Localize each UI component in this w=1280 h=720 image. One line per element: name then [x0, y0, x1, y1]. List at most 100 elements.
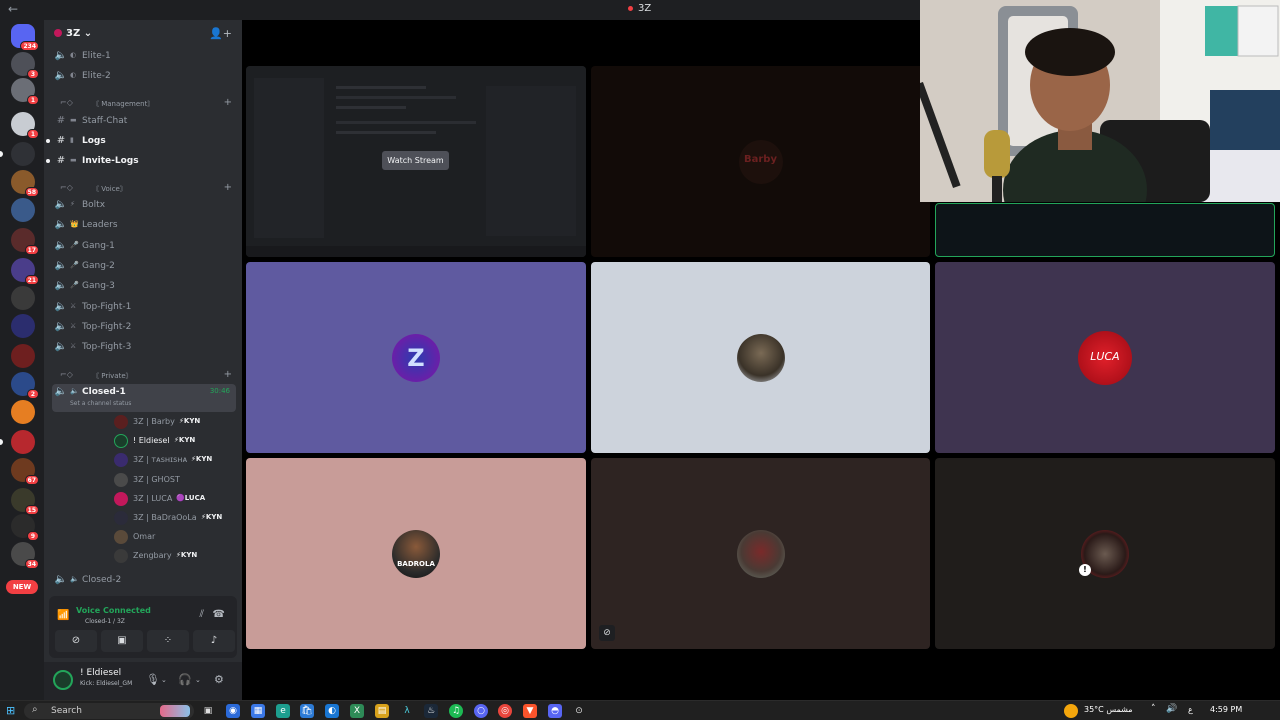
disconnect-icon[interactable]: ☎: [213, 609, 225, 620]
language-indicator[interactable]: ع: [1188, 705, 1193, 714]
voice-user[interactable]: Omar⊘: [112, 528, 242, 545]
server-icon-12[interactable]: [11, 344, 35, 368]
channel-gang-1[interactable]: 🔈 🎤 Gang-1: [52, 238, 236, 256]
new-unreads-pill[interactable]: NEW: [6, 580, 38, 594]
avatar[interactable]: [53, 670, 73, 690]
add-channel-icon[interactable]: +: [224, 369, 232, 380]
copilot-icon[interactable]: ◉: [226, 704, 240, 718]
server-icon-18[interactable]: 9: [11, 514, 39, 541]
back-arrow-icon[interactable]: ←: [8, 2, 18, 16]
channel-gang-2[interactable]: 🔈 🎤 Gang-2: [52, 258, 236, 276]
server-icon-3[interactable]: 1: [11, 78, 39, 105]
server-icon-15[interactable]: [0, 430, 35, 454]
voice-user[interactable]: 3Z | GHOST: [112, 471, 242, 488]
voice-user[interactable]: 3Z | ᴛᴀsʜɪsʜᴀ ⚡KYN: [112, 451, 242, 468]
calendar-app-icon[interactable]: ▦: [251, 704, 265, 718]
user-tile-speaking[interactable]: [935, 203, 1275, 257]
mic-icon[interactable]: 🎙: [146, 673, 160, 686]
signal-icon[interactable]: 📶: [57, 610, 69, 621]
voice-status[interactable]: Voice Connected: [76, 606, 151, 615]
watch-stream-button[interactable]: Watch Stream: [382, 151, 449, 170]
taskbar-clock[interactable]: 4:59 PM: [1210, 705, 1242, 714]
photos-icon[interactable]: ◐: [325, 704, 339, 718]
server-header[interactable]: 3Z ⌄ 👤+: [44, 20, 242, 48]
user-tile-omar[interactable]: ⊘: [591, 458, 930, 649]
voice-user[interactable]: ! Eldiesel ⚡KYN: [112, 432, 242, 449]
server-icon-10[interactable]: [11, 286, 35, 310]
server-icon-4[interactable]: 1: [11, 112, 39, 139]
noise-suppression-icon[interactable]: ⫽: [200, 609, 204, 620]
channel-top-fight-2[interactable]: 🔈 ⚔ Top-Fight-2: [52, 319, 236, 337]
voice-user[interactable]: Zengbary ⚡KYN: [112, 547, 242, 564]
server-icon-19[interactable]: 34: [11, 542, 39, 569]
windows-start-icon[interactable]: ⊞: [6, 704, 15, 717]
server-icon-13[interactable]: 2: [11, 372, 39, 399]
voice-user[interactable]: 3Z | Barby⚡KYNLIVE: [112, 413, 242, 430]
headphones-icon[interactable]: 🎧: [178, 673, 192, 686]
file-explorer-icon[interactable]: ▤: [375, 704, 389, 718]
channel-top-fight-1[interactable]: 🔈 ⚔ Top-Fight-1: [52, 299, 236, 317]
server-icon-16[interactable]: 67: [11, 458, 39, 485]
excel-icon[interactable]: X: [350, 704, 364, 718]
weather-text[interactable]: 35°C مشمس: [1084, 705, 1133, 714]
weather-sun-icon[interactable]: [1064, 704, 1078, 718]
server-icon-5[interactable]: [0, 142, 35, 166]
server-icon-6[interactable]: 58: [11, 170, 39, 197]
server-icon-8[interactable]: 17: [11, 228, 39, 255]
add-member-icon[interactable]: 👤+: [209, 27, 232, 40]
channel-status-link[interactable]: Set a channel status: [70, 400, 131, 407]
server-icon-1[interactable]: 234: [11, 24, 39, 51]
category-private[interactable]: ⌐◇ 〘 Private〙 +: [52, 369, 236, 383]
store-icon[interactable]: 🛍: [300, 704, 314, 718]
channel-gang-3[interactable]: 🔈 🎤 Gang-3: [52, 278, 236, 296]
voice-location[interactable]: Closed-1 / 3Z: [85, 618, 125, 625]
settings-gear-icon[interactable]: ⚙: [214, 673, 224, 686]
channel-elite-2[interactable]: 🔈 ◐ Elite-2: [52, 68, 236, 86]
voice-user[interactable]: 3Z | LUCA 🟣LUCA: [112, 490, 242, 507]
app-lambda-icon[interactable]: λ: [400, 704, 414, 718]
user-tile-tashisha[interactable]: Z: [246, 262, 586, 453]
server-icon-17[interactable]: 15: [11, 488, 39, 515]
soundboard-button[interactable]: ♪: [193, 630, 235, 652]
steam-icon[interactable]: ♨: [424, 704, 438, 718]
user-tile-badroola[interactable]: BADROLA: [246, 458, 586, 649]
add-channel-icon[interactable]: +: [224, 97, 232, 108]
chrome-icon[interactable]: ◎: [498, 704, 512, 718]
edge-icon[interactable]: e: [276, 704, 290, 718]
activities-button[interactable]: ⁘: [147, 630, 189, 652]
channel-boltx[interactable]: 🔈 ⚡ Boltx: [52, 197, 236, 215]
channel-closed-1[interactable]: 🔈 🔈 Closed-1 30:46 Set a channel status: [52, 384, 236, 412]
server-icon-9[interactable]: 21: [11, 258, 39, 285]
voice-user[interactable]: 3Z | BaDraOoLa ⚡KYN: [112, 509, 242, 526]
brave-icon[interactable]: ▼: [523, 704, 537, 718]
task-view-icon[interactable]: ▣: [201, 704, 215, 718]
discord-taskbar-icon[interactable]: ◓: [548, 704, 562, 718]
user-tile-ghost[interactable]: [591, 262, 930, 453]
video-off-button[interactable]: ⊘: [55, 630, 97, 652]
channel-invite-logs[interactable]: # ▬ Invite-Logs: [46, 153, 236, 171]
headphones-chevron-icon[interactable]: ⌄: [195, 676, 201, 684]
channel-top-fight-3[interactable]: 🔈 ⚔ Top-Fight-3: [52, 339, 236, 357]
channel-elite-1[interactable]: 🔈 ◐ Elite-1: [52, 48, 236, 66]
channel-leaders[interactable]: 🔈 👑 Leaders: [52, 217, 236, 235]
server-icon-2[interactable]: 3: [11, 52, 39, 79]
mic-chevron-icon[interactable]: ⌄: [161, 676, 167, 684]
category-management[interactable]: ⌐◇ 〘 Management〙 +: [52, 97, 236, 111]
channel-closed-2[interactable]: 🔈 🔈 Closed-2: [52, 572, 236, 590]
app-circle-icon[interactable]: ○: [474, 704, 488, 718]
spotify-icon[interactable]: ♫: [449, 704, 463, 718]
user-name[interactable]: ! Eldiesel: [80, 668, 121, 678]
user-tile-luca[interactable]: LUCA: [935, 262, 1275, 453]
obs-icon[interactable]: ⊙: [572, 704, 586, 718]
channel-staff-chat[interactable]: # ▬ Staff-Chat: [52, 113, 236, 131]
category-voice[interactable]: ⌐◇ 〘 Voice〙 +: [52, 182, 236, 196]
add-channel-icon[interactable]: +: [224, 182, 232, 193]
server-icon-11[interactable]: [11, 314, 35, 338]
server-icon-7[interactable]: [11, 198, 35, 222]
channel-logs[interactable]: # ▮ Logs: [46, 133, 236, 151]
screen-share-button[interactable]: ▣: [101, 630, 143, 652]
stream-tile-barby[interactable]: Watch Stream: [246, 66, 586, 257]
server-icon-14[interactable]: [11, 400, 35, 424]
tray-chevron-icon[interactable]: ˄: [1151, 704, 1156, 714]
taskbar-search[interactable]: ⌕ Search: [24, 703, 194, 719]
